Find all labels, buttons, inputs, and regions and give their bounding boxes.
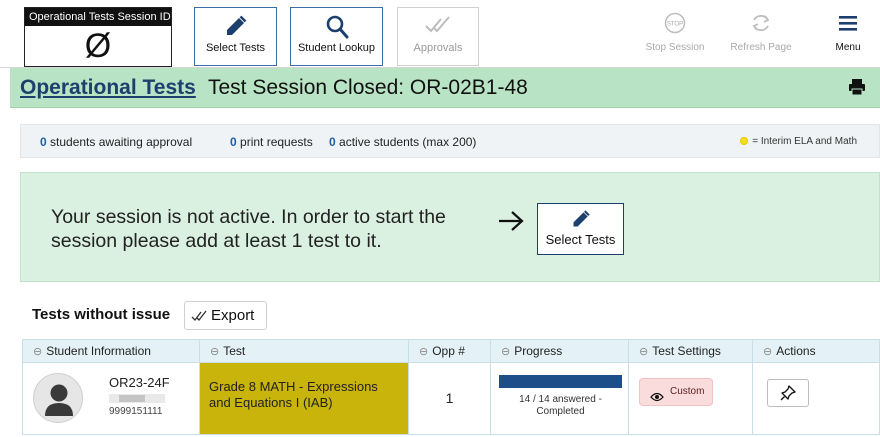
refresh-page-button[interactable]: Refresh Page bbox=[726, 12, 796, 62]
top-toolbar: Operational Tests Session ID Ø Select Te… bbox=[0, 0, 880, 68]
sort-icon: ⊖ bbox=[639, 346, 649, 358]
export-label: Export bbox=[211, 307, 255, 324]
session-id-label: Operational Tests Session ID bbox=[25, 8, 171, 26]
session-status-title: Test Session Closed: OR-02B1-48 bbox=[208, 76, 528, 99]
select-tests-button[interactable]: Select Tests bbox=[194, 7, 277, 66]
opp-number: 1 bbox=[409, 363, 491, 434]
pencil-icon bbox=[538, 204, 623, 232]
tests-without-issue-heading: Tests without issue bbox=[32, 306, 171, 323]
table-header: ⊖ Student Information ⊖ Test ⊖ Opp # ⊖ Progr… bbox=[22, 339, 880, 363]
refresh-page-label: Refresh Page bbox=[730, 42, 792, 53]
pin-icon bbox=[780, 385, 796, 405]
active-students-label: active students (max 200) bbox=[339, 135, 477, 149]
interim-dot-icon bbox=[740, 137, 749, 145]
print-requests-label: print requests bbox=[240, 135, 313, 149]
inactive-session-notice: Your session is not active. In order to … bbox=[20, 172, 880, 282]
arrow-right-icon bbox=[497, 209, 525, 238]
inactive-session-message: Your session is not active. In order to … bbox=[51, 206, 446, 252]
sort-icon: ⊖ bbox=[501, 346, 511, 358]
sort-icon: ⊖ bbox=[763, 346, 773, 358]
approvals-button[interactable]: Approvals bbox=[397, 7, 479, 66]
test-settings-cell: Custom bbox=[629, 363, 753, 434]
column-header-test-settings[interactable]: ⊖ Test Settings bbox=[629, 340, 753, 362]
awaiting-approval-stat: 0 students awaiting approval bbox=[40, 135, 192, 149]
student-info-cell: OR23-24Fa 9999151111 bbox=[23, 363, 200, 434]
search-icon bbox=[291, 8, 382, 42]
progress-cell: 14 / 14 answered - Completed bbox=[491, 363, 629, 434]
student-lookup-button[interactable]: Student Lookup bbox=[290, 7, 383, 66]
operational-tests-link[interactable]: Operational Tests bbox=[20, 76, 196, 100]
svg-text:STOP: STOP bbox=[667, 22, 683, 28]
print-icon[interactable] bbox=[848, 78, 866, 101]
pencil-icon bbox=[195, 8, 276, 42]
test-settings-button[interactable]: Custom bbox=[639, 378, 713, 406]
column-header-actions[interactable]: ⊖ Actions bbox=[753, 340, 879, 362]
sort-icon: ⊖ bbox=[419, 346, 429, 358]
awaiting-approval-label: students awaiting approval bbox=[50, 135, 193, 149]
session-title-bar: Operational Tests Test Session Closed: O… bbox=[10, 68, 880, 108]
export-button[interactable]: Export bbox=[184, 301, 267, 330]
notice-select-tests-button[interactable]: Select Tests bbox=[537, 203, 624, 255]
progress-bar bbox=[499, 375, 622, 388]
select-tests-label: Select Tests bbox=[205, 42, 266, 54]
menu-label: Menu bbox=[835, 42, 861, 53]
notice-select-tests-label: Select Tests bbox=[545, 232, 616, 247]
sort-icon: ⊖ bbox=[210, 346, 220, 358]
awaiting-approval-count: 0 bbox=[40, 135, 47, 149]
interim-legend-label: = Interim ELA and Math bbox=[752, 136, 857, 147]
progress-text: 14 / 14 answered - Completed bbox=[519, 394, 602, 417]
actions-cell bbox=[753, 363, 879, 434]
pin-action-button[interactable] bbox=[767, 379, 809, 407]
export-check-icon bbox=[191, 304, 207, 331]
menu-button[interactable]: Menu bbox=[818, 12, 878, 62]
sort-icon: ⊖ bbox=[33, 346, 43, 358]
column-header-test[interactable]: ⊖ Test bbox=[200, 340, 409, 362]
stop-session-label: Stop Session bbox=[645, 42, 705, 53]
column-header-opp[interactable]: ⊖ Opp # bbox=[409, 340, 491, 362]
print-requests-count: 0 bbox=[230, 135, 237, 149]
session-status-bar: 0 students awaiting approval 0 print req… bbox=[20, 124, 880, 158]
table-row: OR23-24Fa 9999151111 Grade 8 MATH - Expr… bbox=[22, 363, 880, 435]
refresh-icon bbox=[726, 12, 796, 42]
scrollbar-thumb[interactable] bbox=[119, 395, 145, 402]
test-name: Grade 8 MATH - Expressions and Equations… bbox=[209, 379, 378, 410]
test-settings-label: Custom bbox=[670, 386, 705, 397]
active-students-count: 0 bbox=[329, 135, 336, 149]
double-check-icon bbox=[398, 8, 478, 42]
progress-bar-fill bbox=[500, 376, 621, 387]
avatar bbox=[33, 373, 83, 423]
column-header-progress[interactable]: ⊖ Progress bbox=[491, 340, 629, 362]
session-id-box: Operational Tests Session ID Ø bbox=[24, 7, 172, 67]
stop-icon: STOP bbox=[640, 12, 710, 42]
test-name-cell: Grade 8 MATH - Expressions and Equations… bbox=[200, 363, 409, 434]
student-number: 9999151111 bbox=[109, 406, 163, 417]
column-header-student[interactable]: ⊖ Student Information bbox=[23, 340, 200, 362]
interim-legend: = Interim ELA and Math bbox=[740, 136, 857, 147]
eye-icon bbox=[650, 387, 664, 413]
hamburger-menu-icon bbox=[818, 12, 878, 42]
session-id-value: Ø bbox=[84, 27, 112, 65]
active-students-stat: 0 active students (max 200) bbox=[329, 135, 476, 149]
student-lookup-label: Student Lookup bbox=[297, 42, 376, 54]
stop-session-button[interactable]: STOP Stop Session bbox=[640, 12, 710, 62]
student-id: OR23-24Fa bbox=[109, 375, 169, 390]
student-id-scrollbar[interactable] bbox=[109, 394, 165, 403]
print-requests-stat: 0 print requests bbox=[230, 135, 313, 149]
approvals-label: Approvals bbox=[413, 42, 463, 54]
